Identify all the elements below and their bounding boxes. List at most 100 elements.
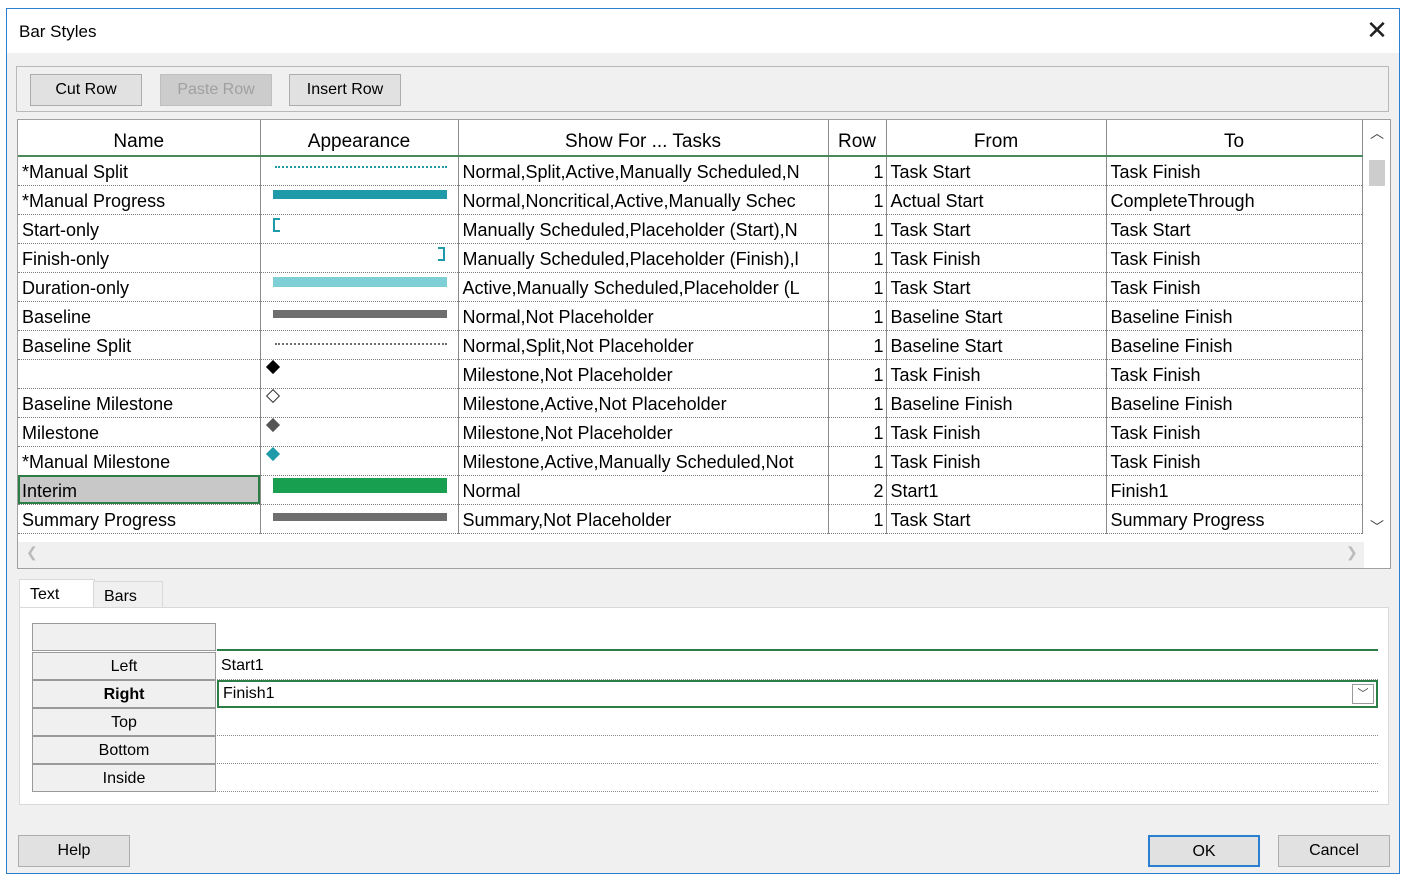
cell-to[interactable]: CompleteThrough (1106, 185, 1363, 215)
cell-from[interactable]: Task Finish (886, 446, 1107, 476)
column-header-name[interactable]: Name (18, 120, 261, 157)
cell-from[interactable]: Task Start (886, 272, 1107, 302)
paste-row-button[interactable]: Paste Row (160, 74, 272, 106)
scroll-up-icon[interactable]: ︿ (1364, 122, 1390, 144)
cell-name[interactable]: Baseline Split (18, 330, 261, 360)
cell-row[interactable]: 1 (828, 214, 887, 244)
cell-row[interactable]: 1 (828, 301, 887, 331)
cell-from[interactable]: Actual Start (886, 185, 1107, 215)
property-row-inside[interactable]: Inside (32, 764, 1378, 792)
cell-name[interactable]: *Manual Milestone (18, 446, 261, 476)
vertical-scrollbar[interactable]: ︿ ﹀ (1364, 120, 1390, 542)
help-button[interactable]: Help (18, 835, 130, 867)
cell-row[interactable]: 1 (828, 359, 887, 389)
cell-show-for[interactable]: Milestone,Active,Manually Scheduled,Not (458, 446, 829, 476)
cell-row[interactable]: 1 (828, 417, 887, 447)
close-icon[interactable]: ✕ (1361, 15, 1393, 47)
cell-show-for[interactable]: Milestone,Active,Not Placeholder (458, 388, 829, 418)
cell-appearance[interactable] (260, 214, 459, 244)
cell-row[interactable]: 1 (828, 330, 887, 360)
property-row-bottom[interactable]: Bottom (32, 736, 1378, 764)
cell-appearance[interactable] (260, 243, 459, 273)
chevron-down-icon[interactable]: ﹀ (1352, 684, 1374, 704)
tab-text[interactable]: Text (19, 579, 95, 609)
cell-show-for[interactable]: Normal,Not Placeholder (458, 301, 829, 331)
cell-to[interactable]: Task Finish (1106, 417, 1363, 447)
cell-appearance[interactable] (260, 417, 459, 447)
cell-from[interactable]: Task Finish (886, 417, 1107, 447)
cell-name[interactable]: Milestone (18, 417, 261, 447)
scroll-thumb[interactable] (1369, 160, 1385, 186)
cell-row[interactable]: 1 (828, 185, 887, 215)
column-header-appearance[interactable]: Appearance (260, 120, 459, 157)
cell-appearance[interactable] (260, 301, 459, 331)
cell-name[interactable]: Start-only (18, 214, 261, 244)
cell-to[interactable]: Baseline Finish (1106, 330, 1363, 360)
table-row[interactable]: *Manual Split Normal,Split,Active,Manuall… (18, 156, 1363, 186)
property-row-top[interactable]: Top (32, 708, 1378, 736)
table-row[interactable]: Summary Progress Summary,Not Placeholder 1… (18, 504, 1363, 534)
cell-from[interactable]: Start1 (886, 475, 1107, 505)
cell-from[interactable]: Baseline Start (886, 301, 1107, 331)
cell-to[interactable]: Task Finish (1106, 272, 1363, 302)
scroll-down-icon[interactable]: ﹀ (1364, 516, 1390, 538)
cell-row[interactable]: 1 (828, 446, 887, 476)
property-row-left[interactable]: Left Start1 (32, 652, 1378, 680)
cell-name[interactable]: Duration-only (18, 272, 261, 302)
cell-show-for[interactable]: Normal,Split,Not Placeholder (458, 330, 829, 360)
column-header-show-for[interactable]: Show For ... Tasks (458, 120, 829, 157)
cell-to[interactable]: Task Finish (1106, 156, 1363, 186)
property-value-bottom[interactable] (217, 736, 1378, 764)
cell-from[interactable]: Task Start (886, 156, 1107, 186)
cell-appearance[interactable] (260, 504, 459, 534)
table-row[interactable]: Duration-only Active,Manually Scheduled,P… (18, 272, 1363, 302)
table-row[interactable]: Baseline Milestone Milestone,Active,Not P… (18, 388, 1363, 418)
cell-name[interactable]: Finish-only (18, 243, 261, 273)
table-row[interactable]: Milestone Milestone,Not Placeholder 1 Task … (18, 417, 1363, 447)
cell-appearance[interactable] (260, 330, 459, 360)
cell-to[interactable]: Task Finish (1106, 359, 1363, 389)
insert-row-button[interactable]: Insert Row (289, 74, 401, 106)
cell-show-for[interactable]: Manually Scheduled,Placeholder (Finish),… (458, 243, 829, 273)
cell-row[interactable]: 1 (828, 243, 887, 273)
cut-row-button[interactable]: Cut Row (30, 74, 142, 106)
cell-from[interactable]: Task Start (886, 214, 1107, 244)
cell-name[interactable]: *Manual Split (18, 156, 261, 186)
cell-row[interactable]: 1 (828, 272, 887, 302)
cell-from[interactable]: Baseline Finish (886, 388, 1107, 418)
cell-to[interactable]: Summary Progress (1106, 504, 1363, 534)
cell-to[interactable]: Finish1 (1106, 475, 1363, 505)
cell-show-for[interactable]: Manually Scheduled,Placeholder (Start),N (458, 214, 829, 244)
cell-name[interactable]: Interim (18, 475, 261, 505)
cell-show-for[interactable]: Active,Manually Scheduled,Placeholder (L (458, 272, 829, 302)
table-row[interactable]: Baseline Split Normal,Split,Not Placehold… (18, 330, 1363, 360)
table-row[interactable]: *Manual Progress Normal,Noncritical,Activ… (18, 185, 1363, 215)
cell-appearance[interactable] (260, 185, 459, 215)
scroll-right-icon[interactable]: ❯ (1346, 544, 1358, 561)
cancel-button[interactable]: Cancel (1278, 835, 1390, 867)
cell-name[interactable]: *Manual Progress (18, 185, 261, 215)
property-value-inside[interactable] (217, 764, 1378, 792)
horizontal-scrollbar[interactable]: ❮ ❯ (18, 542, 1364, 568)
cell-appearance[interactable] (260, 359, 459, 389)
table-row[interactable]: Interim Normal 2 Start1 Finish1 (18, 475, 1363, 505)
table-row[interactable]: Start-only Manually Scheduled,Placeholder… (18, 214, 1363, 244)
cell-appearance[interactable] (260, 272, 459, 302)
cell-from[interactable]: Baseline Start (886, 330, 1107, 360)
cell-appearance[interactable] (260, 388, 459, 418)
cell-to[interactable]: Task Finish (1106, 243, 1363, 273)
cell-name[interactable]: Baseline (18, 301, 261, 331)
cell-to[interactable]: Baseline Finish (1106, 388, 1363, 418)
table-row[interactable]: Finish-only Manually Scheduled,Placeholde… (18, 243, 1363, 273)
scroll-left-icon[interactable]: ❮ (26, 544, 38, 561)
cell-show-for[interactable]: Normal,Split,Active,Manually Scheduled,N (458, 156, 829, 186)
cell-name[interactable]: Summary Progress (18, 504, 261, 534)
table-row[interactable]: Milestone,Not Placeholder 1 Task Finish Tas… (18, 359, 1363, 389)
property-value-top[interactable] (217, 708, 1378, 736)
cell-name[interactable] (18, 359, 261, 389)
cell-row[interactable]: 2 (828, 475, 887, 505)
cell-show-for[interactable]: Milestone,Not Placeholder (458, 359, 829, 389)
column-header-row[interactable]: Row (828, 120, 887, 157)
cell-row[interactable]: 1 (828, 504, 887, 534)
cell-appearance[interactable] (260, 156, 459, 186)
